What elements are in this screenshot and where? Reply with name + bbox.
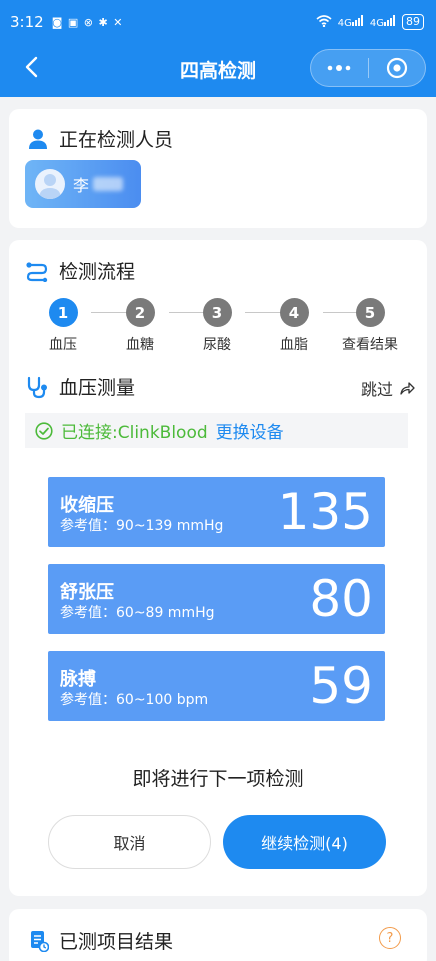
- check-circle-icon: [35, 421, 53, 440]
- results-card: 已测项目结果 ?: [9, 909, 427, 961]
- status-time: 3:12: [10, 13, 44, 31]
- next-test-text: 即将进行下一项检测: [132, 768, 304, 790]
- person-name: 李: [73, 176, 90, 195]
- cancel-button[interactable]: 取消: [48, 815, 211, 869]
- bp-heading: 血压测量: [25, 373, 135, 400]
- metric-value: 135: [277, 483, 373, 541]
- status-icons: ◙ ▣ ⊗ ✱ ✕: [52, 16, 124, 29]
- top-header: 3:12 ◙ ▣ ⊗ ✱ ✕ 4G 4G 89 四高检测: [0, 0, 436, 97]
- report-icon: [31, 930, 49, 952]
- step-label: 血糖: [126, 337, 154, 353]
- metric-value: 59: [309, 657, 373, 715]
- step-blood-sugar[interactable]: 2 血糖: [105, 298, 175, 354]
- step-number: 2: [125, 298, 155, 327]
- stethoscope-icon: [27, 376, 47, 398]
- battery-indicator: 89: [402, 14, 424, 30]
- target-icon: [386, 57, 407, 79]
- step-indicator: 1 血压 2 血糖 3 尿酸 4 血脂 5 查看结果: [9, 298, 427, 358]
- notification-icon: ◙: [51, 15, 64, 29]
- continue-test-button[interactable]: 继续检测(4): [223, 815, 386, 869]
- miniprogram-capsule: [310, 49, 426, 87]
- status-bar: 3:12 ◙ ▣ ⊗ ✱ ✕ 4G 4G 89: [0, 0, 436, 44]
- metric-name: 脉搏: [60, 669, 96, 690]
- step-number: 4: [279, 298, 309, 327]
- step-blood-pressure[interactable]: 1 血压: [28, 298, 98, 354]
- name-redaction: [93, 177, 124, 191]
- results-heading: 已测项目结果: [29, 927, 173, 954]
- signal-icon: 4G: [338, 15, 364, 29]
- step-label: 血脂: [280, 337, 308, 353]
- person-card: 正在检测人员 李: [9, 109, 427, 228]
- step-blood-lipid[interactable]: 4 血脂: [259, 298, 329, 354]
- user-icon: [29, 129, 47, 149]
- share-arrow-icon: [400, 382, 415, 395]
- nav-bar: 四高检测: [0, 44, 436, 97]
- connected-label: 已连接:ClinkBlood: [61, 423, 208, 443]
- avatar-icon: [39, 174, 61, 199]
- metric-pulse: 脉搏 参考值：60~100 bpm 59: [48, 651, 385, 721]
- step-label: 血压: [49, 337, 77, 353]
- bluetooth-icon: ✱: [98, 15, 109, 29]
- step-view-results[interactable]: 5 查看结果: [335, 298, 405, 354]
- metric-reference: 参考值：60~100 bpm: [60, 692, 209, 708]
- step-label: 尿酸: [203, 337, 231, 353]
- more-dots-icon: [327, 65, 351, 71]
- metric-systolic: 收缩压 参考值：90~139 mmHg 135: [48, 477, 385, 547]
- step-label: 查看结果: [342, 337, 398, 353]
- chevron-left-icon: [25, 56, 38, 78]
- wifi-icon: [316, 14, 332, 30]
- skip-button[interactable]: 跳过: [361, 376, 415, 400]
- person-heading: 正在检测人员: [27, 125, 173, 152]
- alarm-icon: ⊗: [83, 15, 94, 29]
- person-chip[interactable]: 李: [25, 160, 141, 208]
- signal-icon-2: 4G: [370, 15, 396, 29]
- metric-value: 80: [309, 570, 373, 628]
- flow-heading: 检测流程: [25, 257, 135, 284]
- metric-name: 收缩压: [60, 495, 114, 516]
- mute-icon: ✕: [113, 15, 124, 29]
- change-device-link[interactable]: 更换设备: [216, 418, 284, 443]
- metric-diastolic: 舒张压 参考值：60~89 mmHg 80: [48, 564, 385, 634]
- step-number: 5: [355, 298, 385, 327]
- metric-name: 舒张压: [60, 582, 114, 603]
- flow-card: 检测流程 1 血压 2 血糖 3 尿酸 4 血脂 5 查看结果 血压测量 跳过 …: [9, 240, 427, 896]
- metric-reference: 参考值：90~139 mmHg: [60, 518, 224, 534]
- connection-status: 已连接:ClinkBlood 更换设备: [25, 413, 408, 448]
- more-button[interactable]: [311, 50, 368, 86]
- back-button[interactable]: [14, 50, 48, 84]
- step-uric-acid[interactable]: 3 尿酸: [182, 298, 252, 354]
- nfc-icon: ▣: [67, 15, 80, 29]
- metric-reference: 参考值：60~89 mmHg: [60, 605, 215, 621]
- step-number: 3: [202, 298, 232, 327]
- help-icon[interactable]: ?: [379, 927, 401, 949]
- avatar: [35, 169, 65, 199]
- close-miniprogram-button[interactable]: [369, 50, 426, 86]
- step-number: 1: [48, 298, 78, 327]
- flow-icon: [26, 261, 48, 282]
